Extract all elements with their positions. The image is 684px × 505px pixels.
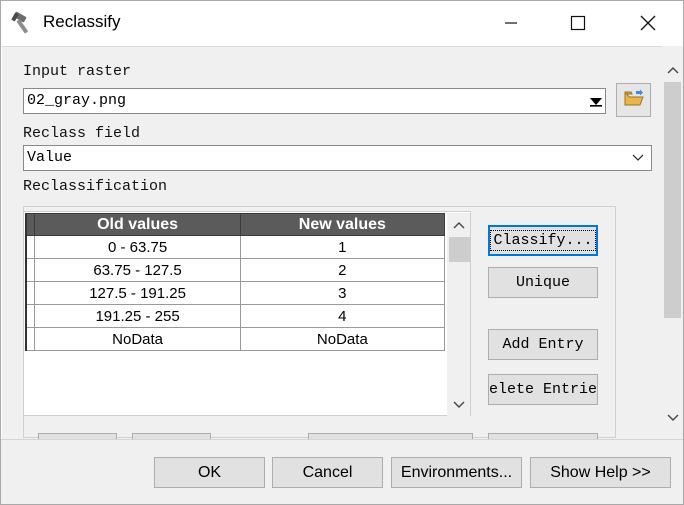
table-row[interactable]: 127.5 - 191.25 3	[25, 281, 446, 305]
table-row[interactable]: 63.75 - 127.5 2	[25, 258, 446, 282]
reclassification-table: Old values New values 0 - 63.75 1 63.75 …	[25, 213, 446, 351]
title-bar: Reclassify	[1, 1, 683, 45]
new-value-cell[interactable]: NoData	[239, 327, 446, 351]
old-value-cell[interactable]: NoData	[34, 327, 241, 351]
delete-entries-button[interactable]: elete Entrie	[488, 374, 598, 405]
panel-scrollbar-thumb[interactable]	[664, 82, 681, 318]
reclass-field-combo[interactable]: Value	[23, 145, 652, 171]
scroll-up-icon[interactable]	[662, 60, 683, 80]
input-raster-value: 02_gray.png	[27, 92, 127, 109]
old-value-cell[interactable]: 127.5 - 191.25	[34, 281, 241, 305]
show-help-button[interactable]: Show Help >>	[530, 457, 671, 488]
window-title: Reclassify	[43, 12, 121, 31]
row-header-corner	[25, 213, 36, 236]
scroll-down-icon[interactable]	[447, 395, 470, 415]
ok-button[interactable]: OK	[154, 457, 265, 488]
table-scrollbar[interactable]	[447, 213, 470, 416]
maximize-button[interactable]	[555, 1, 601, 45]
scroll-down-icon[interactable]	[662, 408, 683, 428]
hammer-icon	[11, 11, 37, 35]
row-header[interactable]	[25, 304, 36, 328]
column-header-old-values[interactable]: Old values	[34, 213, 241, 236]
old-value-cell[interactable]: 191.25 - 255	[34, 304, 241, 328]
environments-button[interactable]: Environments...	[391, 457, 522, 488]
row-header[interactable]	[25, 281, 36, 305]
reclass-field-label: Reclass field	[23, 125, 141, 142]
new-value-cell[interactable]: 4	[239, 304, 446, 328]
new-value-cell[interactable]: 1	[239, 235, 446, 259]
table-row[interactable]: 191.25 - 255 4	[25, 304, 446, 328]
panel-scrollbar[interactable]	[662, 46, 683, 439]
dialog-footer: OK Cancel Environments... Show Help >>	[1, 439, 683, 504]
table-header-row: Old values New values	[25, 213, 446, 236]
unique-button[interactable]: Unique	[488, 267, 598, 298]
close-button[interactable]	[625, 1, 671, 45]
input-raster-label: Input raster	[23, 63, 132, 80]
input-raster-combo[interactable]: 02_gray.png	[23, 88, 606, 114]
dropdown-arrow-icon[interactable]	[586, 89, 606, 113]
old-value-cell[interactable]: 0 - 63.75	[34, 235, 241, 259]
open-folder-icon	[624, 89, 644, 112]
reclassification-table-container: Old values New values 0 - 63.75 1 63.75 …	[23, 211, 471, 416]
minimize-button[interactable]	[488, 1, 534, 45]
table-row[interactable]: NoData NoData	[25, 327, 446, 351]
scroll-up-icon[interactable]	[447, 215, 470, 235]
classify-button[interactable]: Classify...	[488, 225, 598, 256]
new-value-cell[interactable]: 2	[239, 258, 446, 282]
old-value-cell[interactable]: 63.75 - 127.5	[34, 258, 241, 282]
table-scrollbar-thumb[interactable]	[449, 237, 470, 262]
chevron-down-icon[interactable]	[628, 146, 648, 170]
new-value-cell[interactable]: 3	[239, 281, 446, 305]
cancel-button[interactable]: Cancel	[272, 457, 383, 488]
row-header[interactable]	[25, 327, 36, 351]
classify-button-label: Classify...	[490, 230, 596, 251]
reclassify-dialog: Reclassify Input raster 02_gray.png Recl…	[0, 0, 684, 505]
add-entry-button[interactable]: Add Entry	[488, 329, 598, 360]
table-row[interactable]: 0 - 63.75 1	[25, 235, 446, 259]
browse-button[interactable]	[616, 83, 651, 117]
reclassification-label: Reclassification	[23, 178, 168, 195]
row-header[interactable]	[25, 258, 36, 282]
reclass-field-value: Value	[27, 149, 73, 166]
row-header[interactable]	[25, 235, 36, 259]
column-header-new-values[interactable]: New values	[239, 213, 446, 236]
